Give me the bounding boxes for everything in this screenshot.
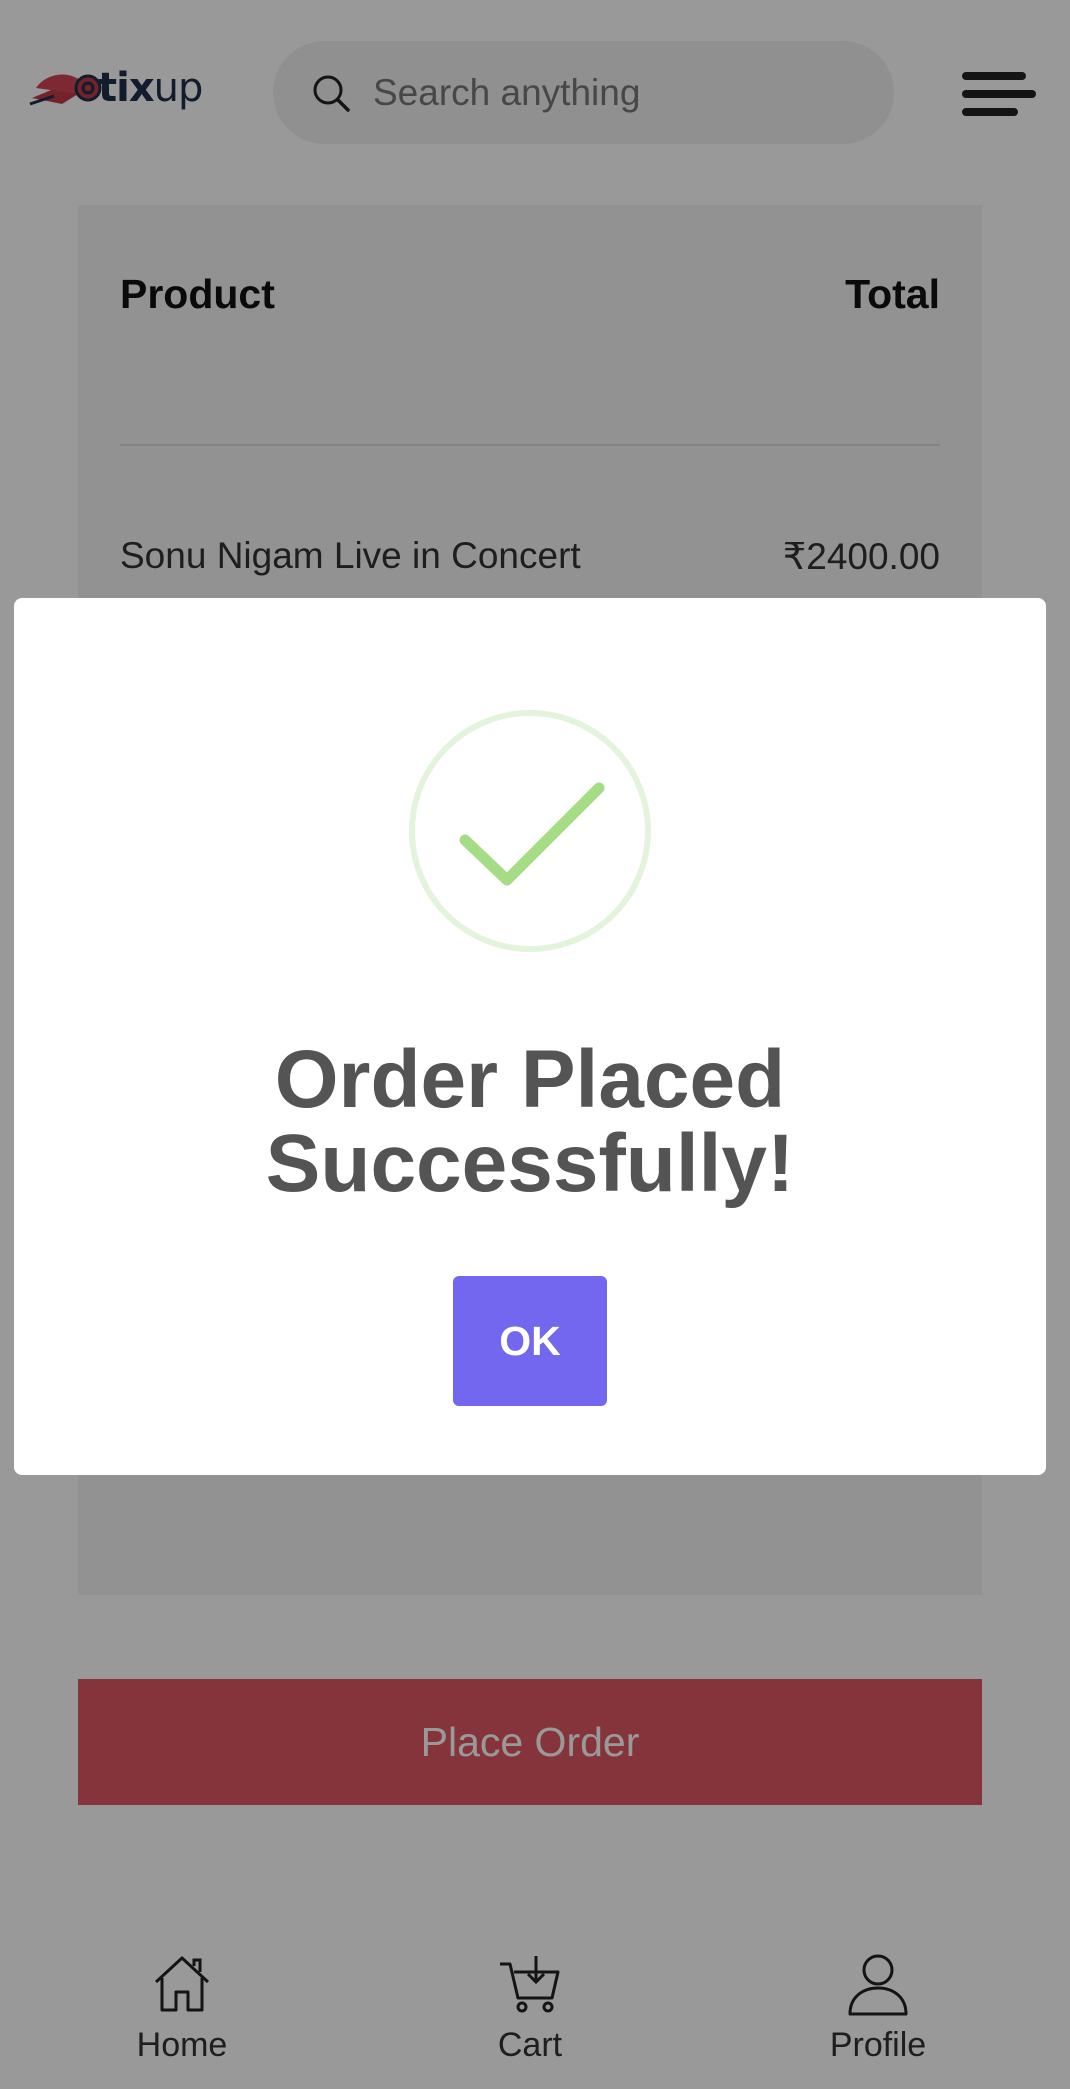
order-success-dialog: Order Placed Successfully! OK xyxy=(14,598,1046,1475)
modal-title-line-2: Successfully! xyxy=(265,1118,795,1209)
modal-title: Order Placed Successfully! xyxy=(14,1038,1046,1206)
modal-title-line-1: Order Placed xyxy=(274,1034,786,1125)
check-circle-icon xyxy=(409,710,651,952)
ok-button[interactable]: OK xyxy=(453,1276,607,1406)
